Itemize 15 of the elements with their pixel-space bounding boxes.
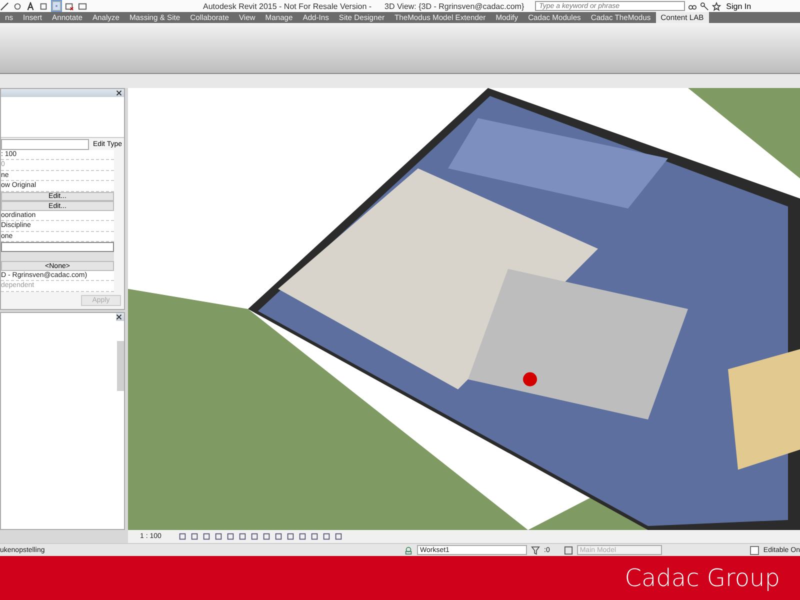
star-icon[interactable]: [712, 2, 722, 10]
close-hidden-icon[interactable]: [65, 2, 74, 10]
sign-in-button[interactable]: Sign In: [724, 2, 754, 10]
worksets-icon[interactable]: [404, 546, 413, 554]
checkbox[interactable]: [750, 546, 760, 554]
company-logo: Cadac Group: [624, 564, 780, 592]
close-icon[interactable]: [116, 314, 122, 320]
text-icon[interactable]: [26, 2, 35, 10]
close-icon[interactable]: [116, 90, 122, 96]
filter-icon[interactable]: [531, 546, 540, 554]
scrollbar[interactable]: [117, 341, 124, 391]
view-title: 3D View: {3D - Rgrinsven@cadac.com}: [384, 2, 524, 10]
key-icon[interactable]: [700, 2, 710, 10]
window-title: Autodesk Revit 2015 - Not For Resale Version -: [203, 2, 372, 10]
property-field[interactable]: [1, 242, 114, 252]
